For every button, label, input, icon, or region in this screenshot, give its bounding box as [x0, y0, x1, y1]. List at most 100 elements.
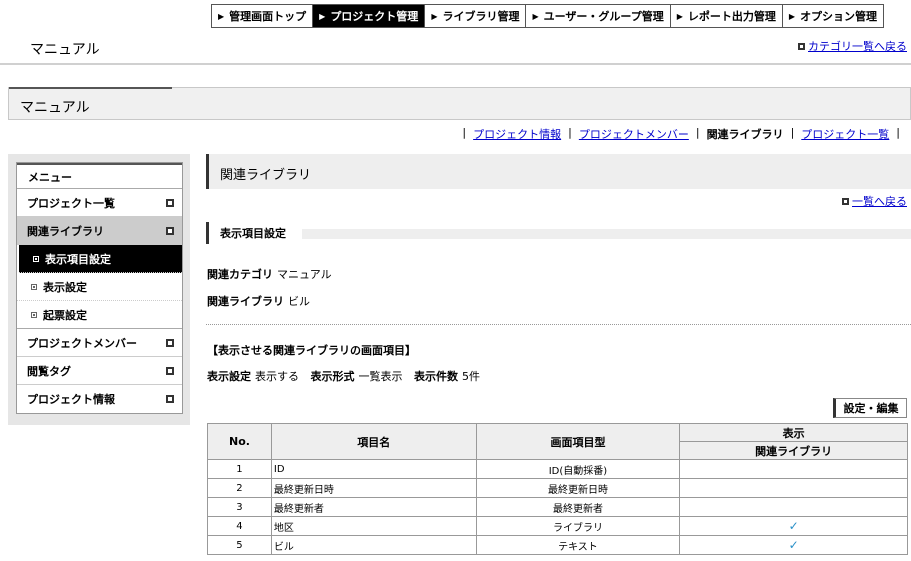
related-library-row: 関連ライブラリ ビル [207, 293, 310, 309]
tab-admin-top[interactable]: ▶ 管理画面トップ [211, 4, 313, 28]
header-item-type: 画面項目型 [475, 423, 681, 460]
tab-label: オプション管理 [800, 10, 878, 23]
tab-label: 管理画面トップ [229, 10, 307, 23]
separator: | [896, 126, 900, 139]
related-category-row: 関連カテゴリ マニュアル [207, 266, 332, 282]
arrow-right-icon: ▶ [431, 11, 438, 21]
sub-label: 表示設定 [43, 280, 87, 294]
cell-type: ID(自動採番) [475, 459, 681, 479]
link-label: 一覧へ戻る [852, 195, 907, 208]
sub-label: 表示項目設定 [45, 252, 111, 266]
field-value: マニュアル [277, 268, 332, 281]
sub-navigation: | プロジェクト情報 | プロジェクトメンバー | 関連ライブラリ | プロジェ… [455, 126, 907, 142]
bullet-icon [33, 255, 39, 262]
tab-library-management[interactable]: ▶ ライブラリ管理 [424, 4, 526, 28]
table-row: 1 ID ID(自動採番) [207, 459, 908, 479]
arrow-right-icon: ▶ [788, 11, 796, 21]
sidebar-item-project-list[interactable]: プロジェクト一覧 [17, 189, 182, 217]
item-label: プロジェクト情報 [27, 393, 115, 406]
cell-type: ライブラリ [475, 516, 681, 536]
subnav-related-library: 関連ライブラリ [706, 128, 784, 141]
page-title-bar: マニュアル [8, 87, 911, 120]
item-label: 閲覧タグ [27, 364, 71, 378]
main-title-bar: 関連ライブラリ [206, 154, 911, 189]
page-title: マニュアル [20, 100, 90, 116]
field-value: 表示する [255, 370, 299, 383]
subnav-project-member[interactable]: プロジェクトメンバー [579, 126, 689, 142]
screen-items-heading: 【表示させる関連ライブラリの画面項目】 [207, 344, 416, 357]
display-settings-row: 表示設定 表示する 表示形式 一覧表示 表示件数 5件 [207, 368, 488, 384]
sidebar-item-browse-tag[interactable]: 閲覧タグ [17, 357, 182, 385]
cell-display [679, 478, 908, 498]
arrow-right-icon: ▶ [676, 11, 683, 21]
item-label: プロジェクト一覧 [27, 196, 115, 210]
sidebar-item-related-library[interactable]: 関連ライブラリ [17, 217, 182, 245]
section-bar [302, 229, 911, 239]
tab-report-output[interactable]: ▶ レポート出力管理 [669, 4, 782, 28]
bullet-icon [31, 283, 37, 290]
sidebar-menu: メニュー プロジェクト一覧 関連ライブラリ 表示項目設定 表示設定 起票設定 プ… [16, 162, 183, 414]
settings-edit-button[interactable]: 設定・編集 [833, 398, 907, 418]
separator: | [695, 126, 700, 139]
checkmark-icon: ✓ [788, 519, 799, 533]
subnav-project-info[interactable]: プロジェクト情報 [473, 126, 561, 142]
sidebar-item-project-info[interactable]: プロジェクト情報 [17, 385, 182, 413]
cell-display [679, 459, 908, 479]
section-title: 表示項目設定 [206, 222, 286, 244]
arrow-right-icon: ▶ [319, 11, 326, 21]
square-bullet-icon [166, 395, 174, 403]
separator: | [462, 126, 467, 139]
cell-type: テキスト [475, 535, 681, 555]
header-title: マニュアル [30, 42, 100, 58]
table-row: 3 最終更新者 最終更新者 [207, 497, 908, 517]
checkmark-icon: ✓ [788, 538, 799, 552]
table-row: 4 地区 ライブラリ ✓ [207, 516, 908, 536]
item-label: プロジェクトメンバー [27, 336, 137, 350]
header-item-name: 項目名 [270, 423, 477, 460]
field-value: 5件 [462, 370, 480, 383]
sub-label: 起票設定 [43, 308, 87, 322]
sidebar-sub-ticket-settings[interactable]: 起票設定 [17, 301, 182, 329]
cell-name: ビル [270, 535, 477, 555]
field-label: 表示設定 [207, 370, 251, 383]
title-accent-line [9, 87, 172, 89]
subnav-project-list[interactable]: プロジェクト一覧 [801, 126, 889, 142]
cell-no: 4 [207, 516, 272, 536]
tab-user-group-management[interactable]: ▶ ユーザー・グループ管理 [525, 4, 670, 28]
field-label: 関連カテゴリ [207, 268, 273, 281]
bullet-icon [31, 311, 37, 318]
cell-no: 2 [207, 478, 272, 498]
cell-display: ✓ [679, 535, 908, 555]
sidebar: メニュー プロジェクト一覧 関連ライブラリ 表示項目設定 表示設定 起票設定 プ… [8, 154, 190, 425]
menu-title: メニュー [17, 163, 182, 189]
tab-option-management[interactable]: ▶ オプション管理 [781, 4, 885, 28]
sidebar-item-project-member[interactable]: プロジェクトメンバー [17, 329, 182, 357]
field-value: ビル [288, 295, 310, 308]
divider [206, 324, 911, 325]
cell-name: 最終更新日時 [270, 478, 477, 498]
display-items-table: No. 項目名 画面項目型 表示 関連ライブラリ 1 ID ID(自動採番) 2… [207, 423, 908, 555]
field-label: 表示形式 [310, 370, 355, 383]
separator: | [790, 126, 795, 139]
cell-name: ID [270, 459, 477, 479]
tab-label: ユーザー・グループ管理 [543, 10, 664, 23]
field-value: 一覧表示 [358, 370, 403, 383]
list-back-link[interactable]: 一覧へ戻る [842, 193, 907, 209]
header-divider [0, 63, 911, 65]
sidebar-sub-display-items[interactable]: 表示項目設定 [19, 245, 182, 273]
tab-project-management[interactable]: ▶ プロジェクト管理 [312, 4, 425, 28]
field-label: 表示件数 [414, 370, 458, 383]
square-bullet-icon [798, 42, 805, 50]
main-title: 関連ライブラリ [220, 168, 312, 183]
arrow-right-icon: ▶ [532, 11, 539, 21]
top-navigation: ▶ 管理画面トップ ▶ プロジェクト管理 ▶ ライブラリ管理 ▶ ユーザー・グループ管理… [211, 4, 885, 28]
header-display-related-library: 関連ライブラリ [679, 441, 908, 460]
sidebar-sub-display-settings[interactable]: 表示設定 [17, 273, 182, 301]
cell-type: 最終更新者 [475, 497, 681, 517]
cell-name: 地区 [270, 516, 477, 536]
tab-label: プロジェクト管理 [330, 10, 419, 23]
header-display: 表示 [679, 423, 908, 442]
field-label: 関連ライブラリ [207, 295, 284, 308]
category-list-back-link[interactable]: カテゴリ一覧へ戻る [798, 38, 907, 54]
table-row: 2 最終更新日時 最終更新日時 [207, 478, 908, 498]
